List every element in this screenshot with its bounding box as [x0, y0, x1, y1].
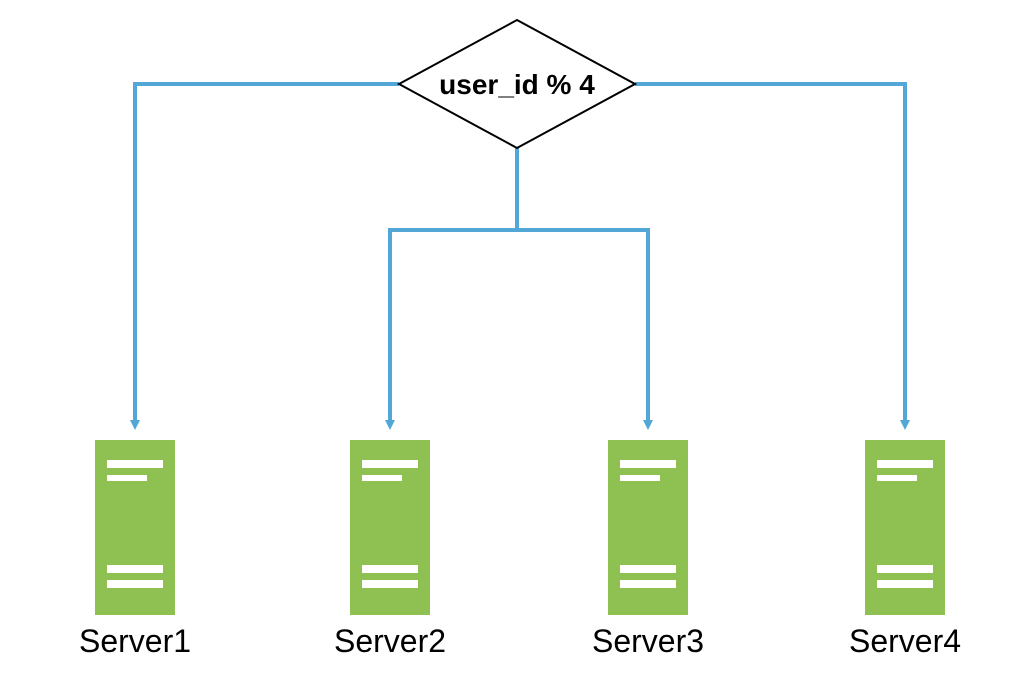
connector-server4 — [635, 84, 905, 425]
sharding-diagram: user_id % 4 Server1 Server2 — [0, 0, 1034, 698]
server-label: Server1 — [79, 623, 191, 659]
server-label: Server4 — [849, 623, 961, 659]
decision-node: user_id % 4 — [399, 20, 635, 148]
connector-server1 — [135, 84, 399, 425]
connector-server2 — [390, 230, 517, 425]
server-node-3: Server3 — [592, 440, 704, 659]
server-icon — [865, 440, 945, 615]
server-icon — [608, 440, 688, 615]
decision-label: user_id % 4 — [439, 69, 595, 100]
server-label: Server2 — [334, 623, 446, 659]
server-icon — [350, 440, 430, 615]
connector-server3 — [517, 230, 648, 425]
server-node-1: Server1 — [79, 440, 191, 659]
server-label: Server3 — [592, 623, 704, 659]
server-icon — [95, 440, 175, 615]
server-node-2: Server2 — [334, 440, 446, 659]
server-node-4: Server4 — [849, 440, 961, 659]
